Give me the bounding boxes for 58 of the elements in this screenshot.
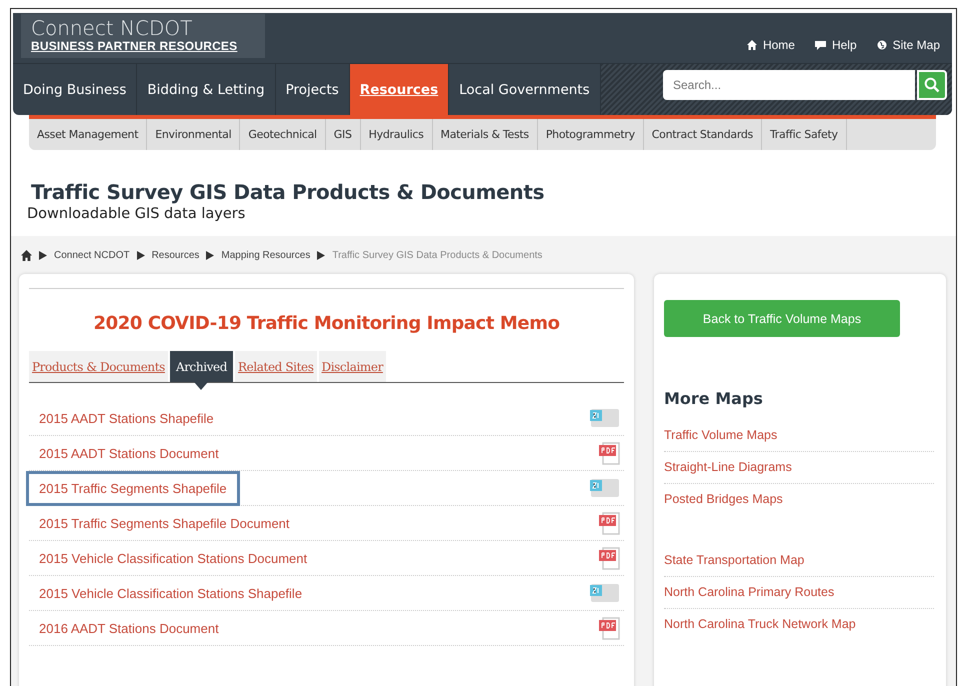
breadcrumb-link[interactable]: Mapping Resources [221,250,310,260]
arrow-icon [206,250,214,260]
breadcrumb-link[interactable]: Resources [152,250,200,260]
pointer-icon [194,382,208,390]
pdf-file-icon[interactable] [598,546,620,570]
search-icon [924,77,940,93]
globe-icon [876,40,887,50]
file-link[interactable]: 2015 AADT Stations Document [26,436,232,470]
search-button[interactable] [917,70,947,100]
file-link[interactable]: 2016 AADT Stations Document [26,610,232,646]
file-link[interactable]: 2015 Traffic Segments Shapefile [26,470,240,506]
home-icon[interactable] [21,250,32,260]
map-link[interactable]: Straight-Line Diagrams [664,452,934,484]
arrow-icon [317,250,326,260]
logo-title: Connect NCDOT [31,18,194,38]
zip-file-icon[interactable] [590,583,620,603]
pdf-file-icon[interactable] [598,616,620,640]
site-logo[interactable]: Connect NCDOT BUSINESS PARTNER RESOURCES [21,14,265,58]
subnav-link[interactable]: Hydraulics [360,119,433,150]
subnav-link[interactable]: Environmental [147,119,240,150]
map-link[interactable]: Posted Bridges Maps [664,484,934,515]
arrow-icon [136,250,145,260]
section-heading: 2020 COVID-19 Traffic Monitoring Impact Memo [92,313,561,334]
nav-tab[interactable]: Resources [350,64,450,115]
tab[interactable]: Products & Documents [29,351,168,382]
header-link[interactable]: Help [814,38,857,52]
tab[interactable]: Disclaimer [318,351,386,382]
pdf-file-icon[interactable] [598,511,620,535]
map-link[interactable]: North Carolina Truck Network Map [664,609,934,640]
map-link[interactable]: State Transportation Map [664,545,934,577]
map-link[interactable]: North Carolina Primary Routes [664,577,934,609]
file-link[interactable]: 2015 Traffic Segments Shapefile Document [26,506,303,540]
page-title: Traffic Survey GIS Data Products & Documents [31,180,546,204]
zip-file-icon[interactable] [590,478,620,498]
subnav-link[interactable]: Traffic Safety [762,119,847,150]
breadcrumb-link[interactable]: Connect NCDOT [54,250,130,260]
file-link[interactable]: 2015 Vehicle Classification Stations Shapefile [26,576,316,610]
search-field[interactable]: Search... [663,70,915,100]
arrow-icon [39,250,47,260]
file-link[interactable]: 2015 AADT Stations Shapefile [26,400,227,436]
page-subtitle: Downloadable GIS data layers [27,206,246,222]
subnav-link[interactable]: GIS [326,119,361,150]
header-link[interactable]: Site Map [876,38,940,52]
subnav-link[interactable]: Geotechnical [240,119,326,150]
tab[interactable]: Related Sites [235,351,317,382]
subnav-link[interactable]: Asset Management [29,119,148,150]
chat-icon [814,40,826,50]
subnav-link[interactable]: Materials & Tests [432,119,538,150]
header-link[interactable]: Home [746,38,795,52]
file-link[interactable]: 2015 Vehicle Classification Stations Document [26,540,320,576]
pdf-file-icon[interactable] [598,441,620,465]
subnav-link[interactable]: Photogrammetry [538,119,644,150]
sidebar-heading: More Maps [664,389,764,408]
map-link[interactable]: Traffic Volume Maps [664,420,934,452]
home-icon [746,40,757,50]
logo-subtitle: BUSINESS PARTNER RESOURCES [31,38,238,52]
subnav-link[interactable]: Contract Standards [644,119,762,150]
zip-file-icon[interactable] [590,408,620,428]
